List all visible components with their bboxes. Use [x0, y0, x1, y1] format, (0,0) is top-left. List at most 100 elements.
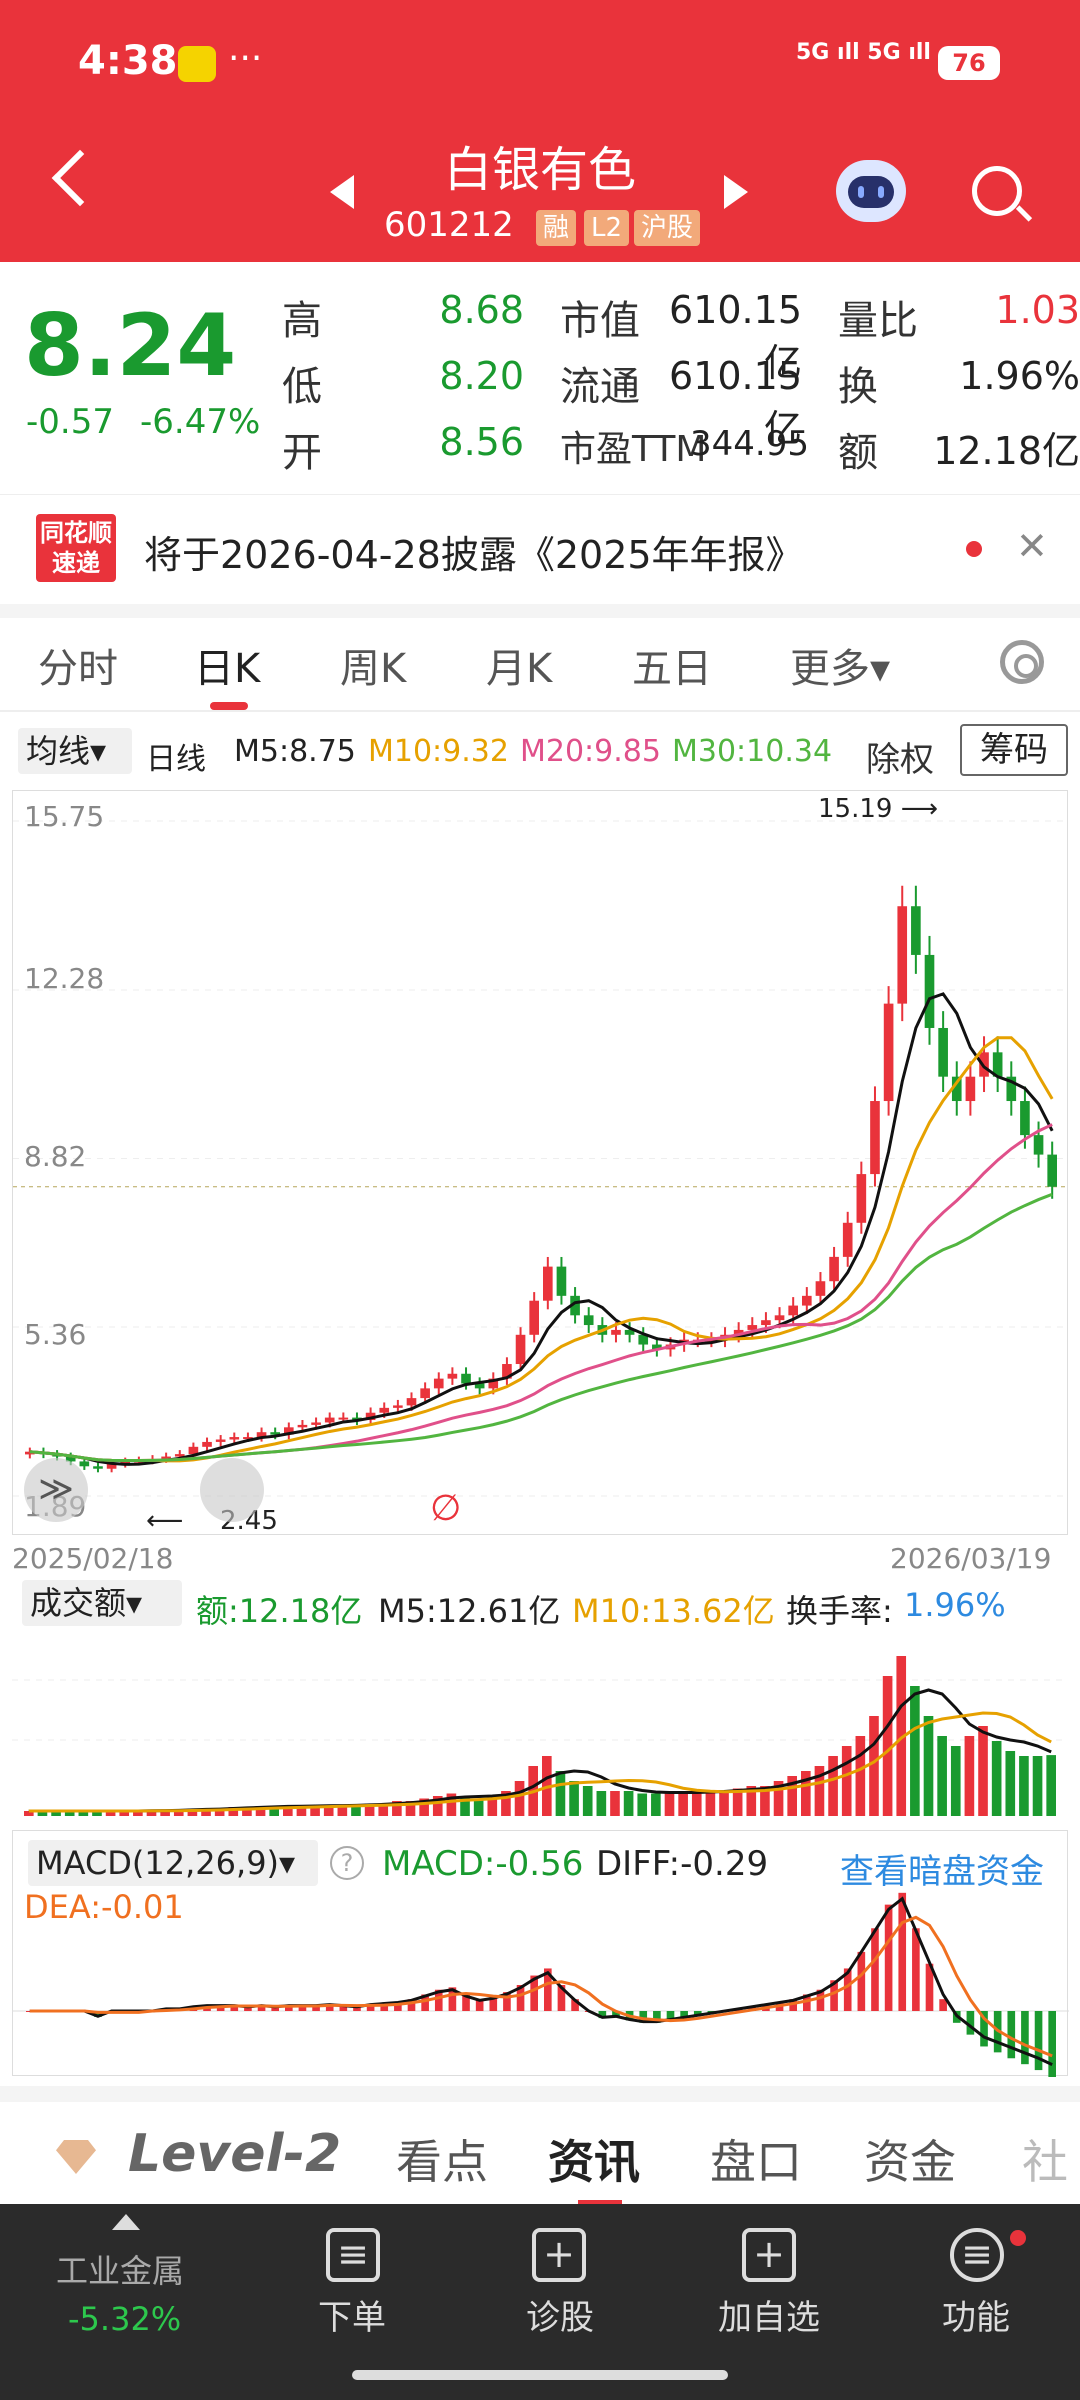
- chips-button[interactable]: 筹码: [960, 724, 1068, 776]
- candle: [338, 1417, 349, 1420]
- ex-rights-toggle[interactable]: 除权: [866, 732, 934, 781]
- tab-intraday[interactable]: 分时: [38, 636, 118, 694]
- kline-chart[interactable]: [12, 790, 1069, 1535]
- candle: [556, 1266, 567, 1296]
- volume-bar: [555, 1771, 566, 1816]
- candle: [1020, 1101, 1030, 1136]
- period-label: 日线: [146, 742, 206, 777]
- volume-indicator-select[interactable]: 成交额▾: [22, 1580, 182, 1626]
- tab-news[interactable]: 资讯: [548, 2126, 640, 2192]
- order-icon[interactable]: ≡: [326, 2228, 380, 2282]
- level2-tab[interactable]: Level-2: [128, 2124, 341, 2184]
- add-watchlist-icon[interactable]: +: [742, 2228, 796, 2282]
- price-change: -0.57: [26, 402, 114, 442]
- candle: [529, 1300, 539, 1335]
- amount-label: 额: [838, 430, 878, 476]
- tab-community[interactable]: 社: [1022, 2126, 1068, 2192]
- expand-icon[interactable]: ≫: [24, 1458, 88, 1522]
- candle: [324, 1417, 335, 1423]
- chevron-up-icon[interactable]: [112, 2214, 140, 2230]
- menu-icon[interactable]: ≡: [950, 2228, 1004, 2282]
- logo-text-bottom: 速递: [52, 549, 100, 577]
- tab-weekly-k[interactable]: 周K: [340, 636, 406, 694]
- settings-icon[interactable]: [1000, 640, 1044, 684]
- tab-highlights[interactable]: 看点: [396, 2126, 488, 2192]
- prev-stock-icon[interactable]: [330, 175, 354, 209]
- candle: [447, 1373, 458, 1379]
- volume-bar: [1046, 1755, 1056, 1816]
- next-stock-icon[interactable]: [724, 175, 748, 209]
- diagnose-icon[interactable]: +: [532, 2228, 586, 2282]
- macd-bar: [884, 1904, 893, 2011]
- diagnose-button[interactable]: 诊股: [526, 2290, 594, 2339]
- turnover-rate-label: 换手率:: [786, 1592, 893, 1630]
- help-icon[interactable]: ?: [330, 1846, 364, 1880]
- price-change-pct: -6.47%: [140, 402, 261, 442]
- dea-value: DEA:-0.01: [24, 1888, 184, 1926]
- candle: [829, 1256, 839, 1282]
- candle: [870, 1101, 880, 1175]
- ex-dividend-mark[interactable]: ∅: [430, 1488, 461, 1529]
- logo-text-top: 同花顺: [40, 519, 112, 547]
- fullscreen-icon[interactable]: [200, 1458, 264, 1522]
- low-label: 低: [282, 364, 322, 410]
- volume-bar: [937, 1736, 947, 1816]
- tab-more[interactable]: 更多▾: [790, 636, 890, 694]
- tab-monthly-k[interactable]: 月K: [486, 636, 552, 694]
- home-indicator[interactable]: [352, 2370, 728, 2380]
- y-tick: 15.75: [24, 800, 105, 833]
- divider: [0, 604, 1080, 618]
- indicator-select[interactable]: 均线▾: [18, 728, 132, 774]
- macd-bar: [871, 1928, 879, 2011]
- volume-bar: [964, 1736, 975, 1816]
- open-label: 开: [282, 430, 322, 476]
- close-icon[interactable]: ✕: [1016, 524, 1048, 568]
- turnover-rate-value: 1.96%: [904, 1586, 1006, 1624]
- volume-bar: [610, 1791, 620, 1816]
- tab-five-day[interactable]: 五日: [632, 636, 712, 694]
- search-icon[interactable]: [972, 166, 1022, 216]
- candle: [788, 1305, 798, 1316]
- tab-funds[interactable]: 资金: [864, 2126, 956, 2192]
- volume-ratio-value: 1.03: [995, 288, 1080, 332]
- y-tick: 5.36: [24, 1318, 87, 1351]
- pe-value: 344.95: [690, 424, 809, 464]
- candle: [93, 1466, 103, 1469]
- candle: [202, 1441, 212, 1447]
- volume-bar: [514, 1781, 525, 1816]
- stock-name: 白银有色: [443, 142, 636, 198]
- macd-bar: [857, 1951, 866, 2011]
- volume-bar: [582, 1786, 593, 1816]
- volume-bar: [691, 1791, 702, 1816]
- functions-button[interactable]: 功能: [942, 2290, 1010, 2339]
- candle: [911, 906, 921, 955]
- volume-bar: [1032, 1756, 1043, 1816]
- volume-bar: [828, 1756, 838, 1816]
- dark-pool-link[interactable]: 查看暗盘资金: [840, 1844, 1044, 1893]
- announcement-text[interactable]: 将于2026-04-28披露《2025年年报》: [144, 524, 804, 579]
- order-button[interactable]: 下单: [318, 2290, 386, 2339]
- macd-indicator-select[interactable]: MACD(12,26,9)▾: [28, 1840, 318, 1886]
- end-date: 2026/03/19: [890, 1542, 1052, 1575]
- y-tick: 8.82: [24, 1140, 87, 1173]
- diamond-icon: [56, 2140, 96, 2174]
- l2-tag: L2: [584, 210, 630, 246]
- tab-orderbook[interactable]: 盘口: [710, 2126, 802, 2192]
- current-price: 8.24: [24, 296, 237, 396]
- notification-app-icon: [178, 46, 216, 82]
- high-label: 高: [282, 298, 322, 344]
- volume-chart[interactable]: [12, 1640, 1068, 1820]
- tab-daily-k[interactable]: 日K: [194, 636, 260, 694]
- volume-bar: [1019, 1756, 1029, 1816]
- ai-assistant-icon[interactable]: [836, 160, 906, 222]
- ma20-line: [29, 1123, 1053, 1463]
- amount-value: 12.18亿: [933, 429, 1080, 473]
- candle: [79, 1461, 90, 1467]
- signal-icon: 5G ıll 5G ıll: [796, 40, 931, 65]
- sector-name[interactable]: 工业金属: [56, 2246, 184, 2292]
- macd-bar: [1007, 2011, 1016, 2059]
- add-watchlist-button[interactable]: 加自选: [718, 2290, 820, 2339]
- candle: [774, 1315, 785, 1321]
- tab-indicator: [210, 702, 248, 710]
- turnover-label: 换: [838, 364, 878, 410]
